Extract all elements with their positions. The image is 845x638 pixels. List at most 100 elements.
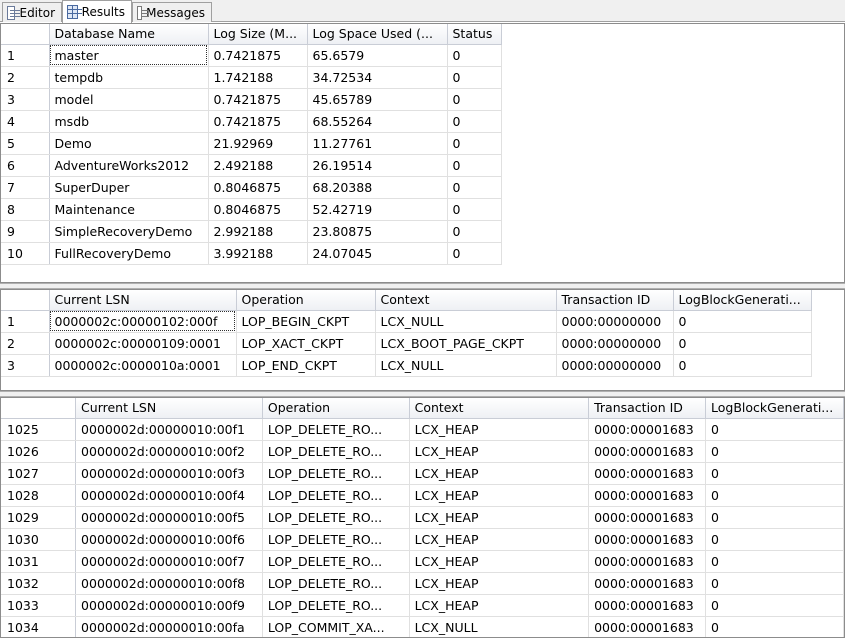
grid-cell[interactable]: 0 [705,528,844,551]
row-number[interactable]: 3 [1,88,50,111]
grid-cell[interactable]: LOP_DELETE_RO... [262,550,410,573]
table-row[interactable]: 9 SimpleRecoveryDemo 2.992188 23.80875 0 [1,220,502,243]
row-number[interactable]: 7 [1,176,50,199]
grid-cell[interactable]: 0000:00001683 [588,550,707,573]
grid-cell[interactable]: 45.65789 [307,88,448,111]
grid-cell[interactable]: 0 [673,354,812,377]
row-number[interactable]: 10 [1,242,50,265]
grid-cell[interactable]: 0000002d:00000010:00f3 [75,462,263,485]
row-number[interactable]: 1029 [1,506,77,529]
row-number[interactable]: 5 [1,132,50,155]
row-number[interactable]: 1034 [1,616,77,637]
grid-cell[interactable]: Maintenance [49,198,209,221]
grid-cell[interactable]: AdventureWorks2012 [49,154,209,177]
grid-cell[interactable]: 0 [673,310,812,333]
column-header[interactable]: Context [409,398,590,419]
row-number[interactable]: 6 [1,154,50,177]
grid-cell[interactable]: 0 [705,506,844,529]
grid-cell[interactable]: 68.20388 [307,176,448,199]
grid-cell[interactable]: LCX_NULL [375,310,557,333]
grid-cell[interactable]: LOP_XACT_CKPT [236,332,376,355]
grid-cell[interactable]: LCX_HEAP [409,550,590,573]
grid-cell[interactable]: LCX_HEAP [409,506,590,529]
row-header-corner[interactable] [1,24,50,45]
table-row[interactable]: 1031 0000002d:00000010:00f7 LOP_DELETE_RO.… [1,550,844,573]
table-row[interactable]: 8 Maintenance 0.8046875 52.42719 0 [1,198,502,221]
grid-cell[interactable]: 0 [447,110,502,133]
column-header[interactable]: Operation [236,290,376,311]
grid-cell[interactable]: LCX_NULL [375,354,557,377]
grid-cell[interactable]: 0 [705,484,844,507]
tab-messages[interactable]: Messages [132,2,212,22]
grid-cell[interactable]: 0 [447,198,502,221]
grid-cell[interactable]: 11.27761 [307,132,448,155]
grid-cell[interactable]: LCX_NULL [409,616,590,637]
grid-cell[interactable]: 23.80875 [307,220,448,243]
row-number[interactable]: 1 [1,44,50,67]
grid-cell[interactable]: master [49,44,209,67]
table-row[interactable]: 1029 0000002d:00000010:00f5 LOP_DELETE_RO.… [1,506,844,529]
column-header[interactable]: Operation [262,398,410,419]
table-row[interactable]: 2 tempdb 1.742188 34.72534 0 [1,66,502,89]
grid-cell[interactable]: LCX_HEAP [409,484,590,507]
grid-cell[interactable]: 68.55264 [307,110,448,133]
grid-cell[interactable]: tempdb [49,66,209,89]
grid-cell[interactable]: 0.8046875 [208,176,308,199]
column-header[interactable]: Status [447,24,502,45]
grid-cell[interactable]: LCX_HEAP [409,572,590,595]
grid-cell[interactable]: 3.992188 [208,242,308,265]
row-number[interactable]: 1027 [1,462,77,485]
column-header[interactable]: Current LSN [75,398,263,419]
grid-cell[interactable]: 0000:00001683 [588,506,707,529]
results-grid-2[interactable]: Current LSN Operation Context Transaction I… [0,289,845,391]
table-row[interactable]: 3 model 0.7421875 45.65789 0 [1,88,502,111]
grid-cell[interactable]: 0 [705,418,844,441]
grid-cell[interactable]: LOP_DELETE_RO... [262,484,410,507]
row-number[interactable]: 1031 [1,550,77,573]
grid-cell[interactable]: 0 [447,220,502,243]
table-row[interactable]: 2 0000002c:00000109:0001 LOP_XACT_CKPT LCX_… [1,332,812,355]
grid-cell[interactable]: 0000002d:00000010:00f5 [75,506,263,529]
table-row[interactable]: 1 0000002c:00000102:000f LOP_BEGIN_CKPT LCX… [1,310,812,333]
grid-cell[interactable]: 0 [447,88,502,111]
grid-cell[interactable]: 0000:00001683 [588,528,707,551]
grid-cell[interactable]: 1.742188 [208,66,308,89]
grid-cell[interactable]: msdb [49,110,209,133]
grid-cell[interactable]: 0 [705,616,844,637]
table-row[interactable]: 1 master 0.7421875 65.6579 0 [1,44,502,67]
column-header[interactable]: LogBlockGenerati... [705,398,844,419]
grid-cell[interactable]: LOP_DELETE_RO... [262,594,410,617]
grid-cell[interactable]: 0 [447,66,502,89]
row-number[interactable]: 1 [1,310,50,333]
grid-cell[interactable]: 0 [447,176,502,199]
grid-cell[interactable]: 0000002c:0000010a:0001 [49,354,237,377]
grid-cell[interactable]: 0000:00001683 [588,418,707,441]
table-row[interactable]: 4 msdb 0.7421875 68.55264 0 [1,110,502,133]
column-header[interactable]: Database Name [49,24,209,45]
column-header[interactable]: Current LSN [49,290,237,311]
table-row[interactable]: 1026 0000002d:00000010:00f2 LOP_DELETE_RO.… [1,440,844,463]
row-number[interactable]: 1025 [1,418,77,441]
table-row[interactable]: 1028 0000002d:00000010:00f4 LOP_DELETE_RO.… [1,484,844,507]
grid-cell[interactable]: 0 [447,132,502,155]
grid-cell[interactable]: 0000002d:00000010:00f6 [75,528,263,551]
column-header[interactable]: Transaction ID [556,290,674,311]
grid-cell[interactable]: 0000002c:00000102:000f [49,310,237,333]
grid-cell[interactable]: LOP_DELETE_RO... [262,440,410,463]
grid-cell[interactable]: SuperDuper [49,176,209,199]
row-number[interactable]: 2 [1,66,50,89]
grid-cell[interactable]: 0000:00001683 [588,484,707,507]
grid-cell[interactable]: 65.6579 [307,44,448,67]
grid-cell[interactable]: 0000002d:00000010:00f7 [75,550,263,573]
table-row[interactable]: 7 SuperDuper 0.8046875 68.20388 0 [1,176,502,199]
grid-cell[interactable]: LOP_DELETE_RO... [262,462,410,485]
grid-cell[interactable]: 0000:00001683 [588,594,707,617]
grid-cell[interactable]: Demo [49,132,209,155]
grid-cell[interactable]: LOP_END_CKPT [236,354,376,377]
row-header-corner[interactable] [1,290,50,311]
grid-cell[interactable]: 0.8046875 [208,198,308,221]
table-row[interactable]: 1025 0000002d:00000010:00f1 LOP_DELETE_RO.… [1,418,844,441]
table-row[interactable]: 10 FullRecoveryDemo 3.992188 24.07045 0 [1,242,502,265]
grid-cell[interactable]: 2.492188 [208,154,308,177]
grid-cell[interactable]: LCX_HEAP [409,594,590,617]
